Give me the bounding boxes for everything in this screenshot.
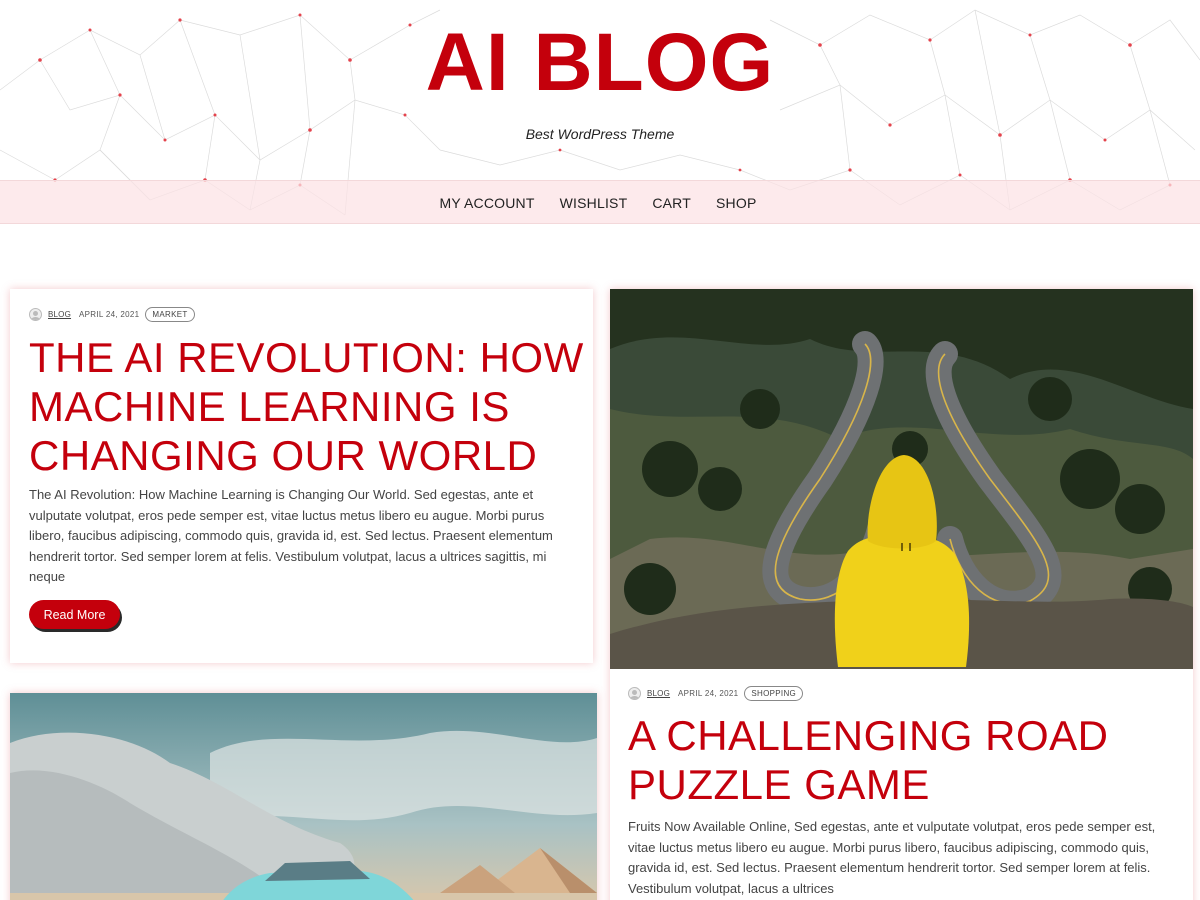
- read-more-button[interactable]: Read More: [29, 600, 120, 629]
- nav-item-wishlist[interactable]: WISHLIST: [560, 195, 628, 211]
- post-featured-image-vintage-car[interactable]: [10, 693, 597, 900]
- post-author-link[interactable]: BLOG: [48, 310, 71, 319]
- nav-item-my-account[interactable]: MY ACCOUNT: [440, 195, 535, 211]
- post-date: APRIL 24, 2021: [79, 310, 140, 319]
- nav-item-shop[interactable]: SHOP: [716, 195, 756, 211]
- post-category-badge[interactable]: SHOPPING: [744, 686, 804, 701]
- post-author-link[interactable]: BLOG: [647, 689, 670, 698]
- post-excerpt: Fruits Now Available Online, Sed egestas…: [628, 819, 1156, 896]
- site-tagline: Best WordPress Theme: [525, 126, 675, 142]
- nav-menu: MY ACCOUNT WISHLIST CART SHOP: [0, 181, 1200, 225]
- post-date: APRIL 24, 2021: [678, 689, 739, 698]
- post-card-vintage-car: [10, 693, 597, 900]
- user-avatar-icon: [29, 308, 42, 321]
- post-category-badge[interactable]: MARKET: [145, 307, 195, 322]
- post-meta: BLOG APRIL 24, 2021 MARKET: [29, 307, 195, 322]
- post-card-ai-revolution: BLOG APRIL 24, 2021 MARKET THE AI REVOLU…: [10, 289, 593, 663]
- post-meta: BLOG APRIL 24, 2021 SHOPPING: [628, 686, 804, 701]
- post-title[interactable]: A CHALLENGING ROAD PUZZLE GAME: [628, 711, 1188, 809]
- post-featured-image-winding-road[interactable]: [610, 289, 1193, 669]
- site-header: AI BLOG Best WordPress Theme MY ACCOUNT …: [0, 0, 1200, 226]
- post-title[interactable]: THE AI REVOLUTION: HOW MACHINE LEARNING …: [29, 333, 589, 480]
- post-card-road-puzzle: BLOG APRIL 24, 2021 SHOPPING A CHALLENGI…: [610, 289, 1193, 900]
- main-navigation: MY ACCOUNT WISHLIST CART SHOP: [0, 180, 1200, 224]
- site-title[interactable]: AI BLOG: [0, 22, 1200, 104]
- post-excerpt: The AI Revolution: How Machine Learning …: [29, 487, 553, 585]
- nav-item-cart[interactable]: CART: [652, 195, 691, 211]
- user-avatar-icon: [628, 687, 641, 700]
